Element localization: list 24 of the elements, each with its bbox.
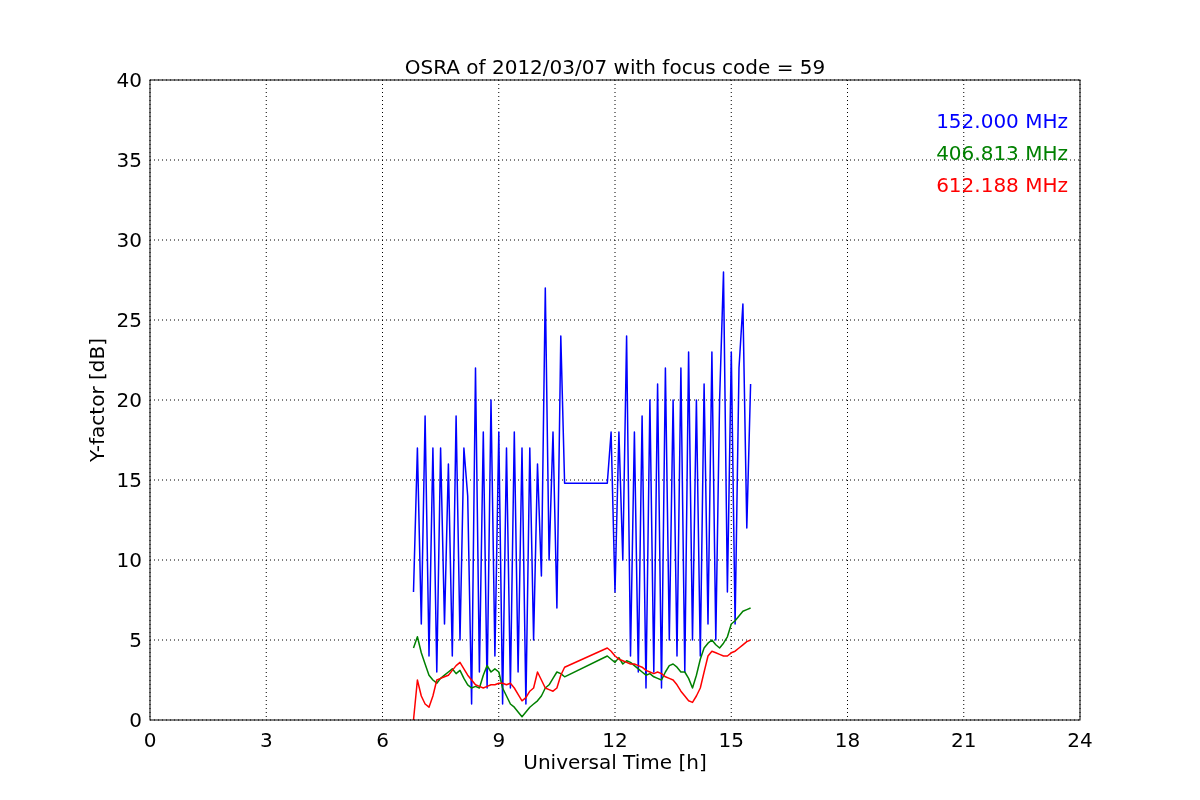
chart-title: OSRA of 2012/03/07 with focus code = 59 — [404, 55, 826, 79]
tick-label: 15 — [116, 468, 142, 492]
tick-label: 6 — [376, 728, 389, 752]
tick-label: 20 — [116, 388, 142, 412]
axis-label: Universal Time [h] — [523, 750, 707, 774]
tick-label: 35 — [116, 148, 142, 172]
tick-label: 18 — [834, 728, 861, 752]
tick-label: 10 — [116, 548, 142, 572]
tick-label: 40 — [116, 68, 142, 92]
tick-label: 9 — [492, 728, 506, 752]
tick-label: 3 — [259, 728, 273, 752]
tick-label: 5 — [129, 628, 142, 652]
tick-label: 25 — [116, 308, 142, 332]
tick-label: 24 — [1067, 728, 1093, 752]
tick-label: 0 — [129, 708, 142, 732]
legend-label: 152.000 MHz — [936, 109, 1068, 133]
tick-label: 30 — [116, 228, 142, 252]
tick-label: 21 — [951, 728, 977, 752]
tick-label: 12 — [602, 728, 628, 752]
legend-label: 612.188 MHz — [936, 173, 1068, 197]
tick-label: 0 — [143, 728, 157, 752]
axis-label: Y-factor [dB] — [85, 338, 109, 462]
tick-label: 15 — [718, 728, 744, 752]
legend-label: 406.813 MHz — [936, 141, 1068, 165]
